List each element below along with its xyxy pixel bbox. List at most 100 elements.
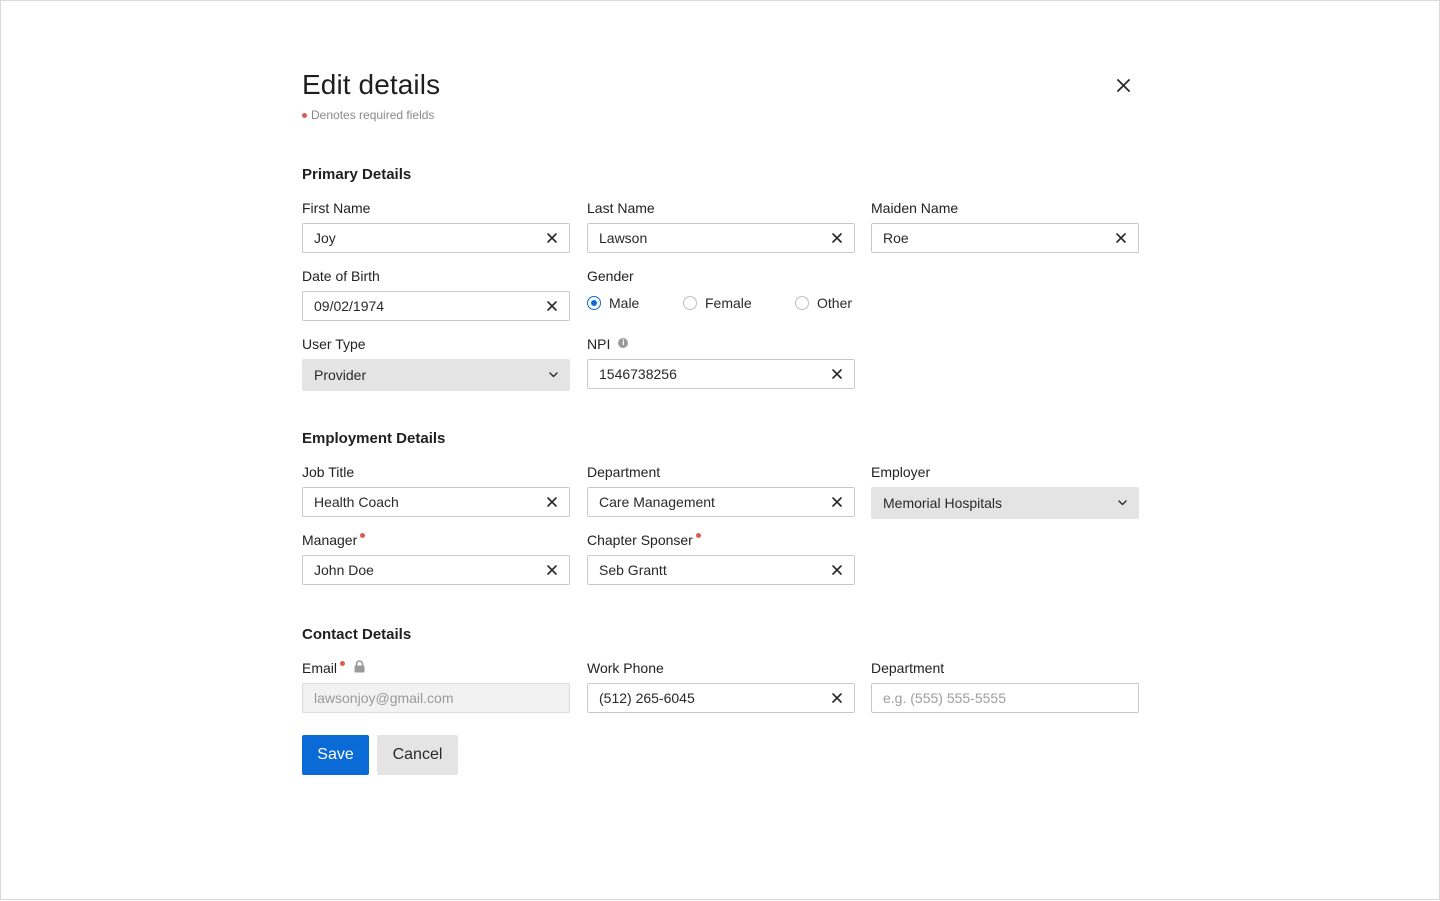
radio-button[interactable] xyxy=(795,296,809,310)
section-title-primary: Primary Details xyxy=(302,166,412,183)
section-title-employment: Employment Details xyxy=(302,430,446,447)
clear-icon[interactable] xyxy=(830,563,844,577)
job-title-input[interactable]: Health Coach xyxy=(302,487,570,517)
department-input[interactable]: Care Management xyxy=(587,487,855,517)
chapter-sponsor-label: Chapter Sponser xyxy=(587,531,855,549)
email-value: lawsonjoy@gmail.com xyxy=(314,690,454,706)
job-title-field: Job Title Health Coach xyxy=(302,463,570,517)
maiden-name-field: Maiden Name Roe xyxy=(871,199,1139,253)
department-label: Department xyxy=(587,463,855,481)
maiden-name-value: Roe xyxy=(883,230,909,246)
dob-input[interactable]: 09/02/1974 xyxy=(302,291,570,321)
close-icon xyxy=(1116,78,1130,92)
last-name-label-text: Last Name xyxy=(587,200,655,216)
section-title-contact: Contact Details xyxy=(302,626,412,643)
gender-option-label: Other xyxy=(817,295,853,311)
last-name-value: Lawson xyxy=(599,230,648,246)
npi-input[interactable]: 1546738256 xyxy=(587,359,855,389)
work-phone-field: Work Phone (512) 265-6045 xyxy=(587,659,855,713)
job-title-label-text: Job Title xyxy=(302,464,355,480)
contact-department-label-text: Department xyxy=(871,660,945,676)
clear-icon[interactable] xyxy=(545,299,559,313)
work-phone-value: (512) 265-6045 xyxy=(599,690,695,706)
contact-department-placeholder: e.g. (555) 555-5555 xyxy=(883,690,1006,706)
email-label: Email xyxy=(302,659,570,677)
gender-radio-male[interactable]: Male xyxy=(587,295,683,311)
npi-label: NPI i xyxy=(587,335,855,353)
clear-icon[interactable] xyxy=(830,691,844,705)
chevron-down-icon xyxy=(1118,500,1127,506)
employer-select[interactable]: Memorial Hospitals xyxy=(871,487,1139,519)
gender-option-label: Female xyxy=(705,295,752,311)
user-type-field: User Type Provider xyxy=(302,335,570,391)
clear-icon[interactable] xyxy=(830,367,844,381)
last-name-input[interactable]: Lawson xyxy=(587,223,855,253)
maiden-name-label: Maiden Name xyxy=(871,199,1139,217)
clear-icon[interactable] xyxy=(830,495,844,509)
user-type-label: User Type xyxy=(302,335,570,353)
employer-label: Employer xyxy=(871,463,1139,481)
clear-icon[interactable] xyxy=(830,231,844,245)
chevron-down-icon xyxy=(549,372,558,378)
required-fields-note: Denotes required fields xyxy=(302,107,434,123)
required-note-text: Denotes required fields xyxy=(311,108,435,122)
gender-field: Gender Male Female Other xyxy=(587,267,887,311)
clear-icon[interactable] xyxy=(545,231,559,245)
work-phone-label-text: Work Phone xyxy=(587,660,664,676)
user-type-select[interactable]: Provider xyxy=(302,359,570,391)
user-type-value: Provider xyxy=(314,367,367,383)
gender-label: Gender xyxy=(587,267,887,285)
radio-button[interactable] xyxy=(683,296,697,310)
required-indicator-icon xyxy=(340,661,346,666)
contact-department-label: Department xyxy=(871,659,1139,677)
manager-label-text: Manager xyxy=(302,532,358,548)
radio-button-checked[interactable] xyxy=(587,296,601,310)
dialog-title: Edit details xyxy=(302,69,441,100)
manager-label: Manager xyxy=(302,531,570,549)
dob-label-text: Date of Birth xyxy=(302,268,380,284)
clear-icon[interactable] xyxy=(545,495,559,509)
dob-value: 09/02/1974 xyxy=(314,298,385,314)
npi-value: 1546738256 xyxy=(599,366,677,382)
gender-option-label: Male xyxy=(609,295,640,311)
manager-field: Manager John Doe xyxy=(302,531,570,585)
lock-icon xyxy=(354,660,365,673)
last-name-field: Last Name Lawson xyxy=(587,199,855,253)
user-type-label-text: User Type xyxy=(302,336,366,352)
work-phone-input[interactable]: (512) 265-6045 xyxy=(587,683,855,713)
email-label-text: Email xyxy=(302,660,338,676)
job-title-label: Job Title xyxy=(302,463,570,481)
first-name-input[interactable]: Joy xyxy=(302,223,570,253)
employer-value: Memorial Hospitals xyxy=(883,495,1003,511)
manager-input[interactable]: John Doe xyxy=(302,555,570,585)
edit-details-dialog: Edit details Denotes required fields Pri… xyxy=(302,1,1139,901)
window-frame: Edit details Denotes required fields Pri… xyxy=(0,0,1440,900)
department-field: Department Care Management xyxy=(587,463,855,517)
save-button[interactable]: Save xyxy=(302,735,369,775)
maiden-name-label-text: Maiden Name xyxy=(871,200,959,216)
gender-radio-group: Male Female Other xyxy=(587,295,887,311)
chapter-sponsor-field: Chapter Sponser Seb Grantt xyxy=(587,531,855,585)
contact-department-input[interactable]: e.g. (555) 555-5555 xyxy=(871,683,1139,713)
clear-icon[interactable] xyxy=(1114,231,1128,245)
cancel-button[interactable]: Cancel xyxy=(377,735,458,775)
dob-label: Date of Birth xyxy=(302,267,570,285)
clear-icon[interactable] xyxy=(545,563,559,577)
info-icon[interactable]: i xyxy=(618,338,629,348)
gender-radio-other[interactable]: Other xyxy=(795,295,852,311)
maiden-name-input[interactable]: Roe xyxy=(871,223,1139,253)
gender-label-text: Gender xyxy=(587,268,634,284)
job-title-value: Health Coach xyxy=(314,494,399,510)
manager-value: John Doe xyxy=(314,562,374,578)
first-name-value: Joy xyxy=(314,230,336,246)
npi-field: NPI i 1546738256 xyxy=(587,335,855,389)
required-indicator-icon xyxy=(360,533,366,538)
chapter-sponsor-value: Seb Grantt xyxy=(599,562,667,578)
contact-department-field: Department e.g. (555) 555-5555 xyxy=(871,659,1139,713)
employer-field: Employer Memorial Hospitals xyxy=(871,463,1139,519)
email-field: Email lawsonjoy@gmail.com xyxy=(302,659,570,713)
gender-radio-female[interactable]: Female xyxy=(683,295,795,311)
close-button[interactable] xyxy=(1111,73,1135,97)
chapter-sponsor-input[interactable]: Seb Grantt xyxy=(587,555,855,585)
department-value: Care Management xyxy=(599,494,715,510)
